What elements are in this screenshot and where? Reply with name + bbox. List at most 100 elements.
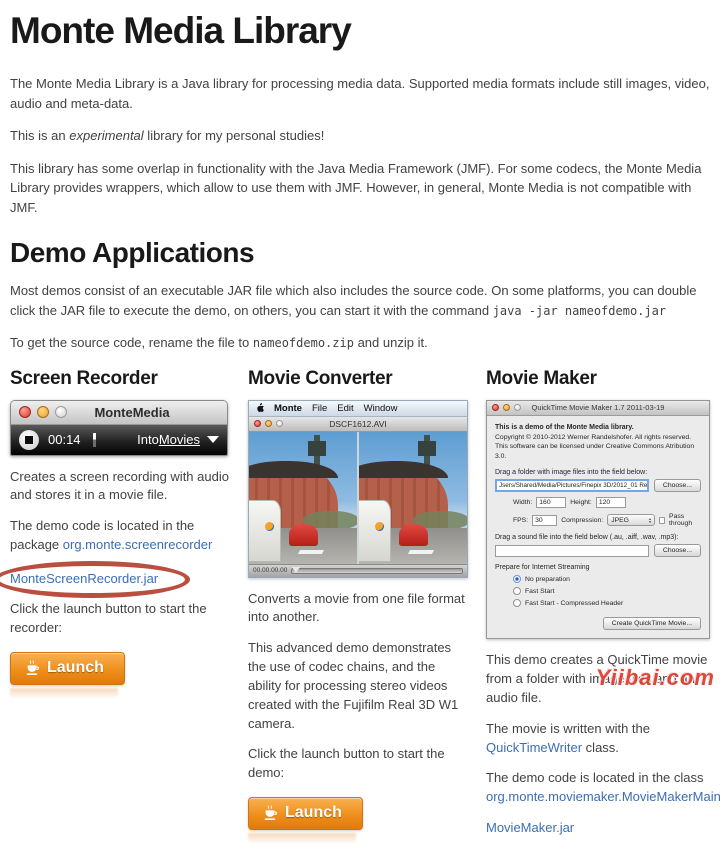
height-field: 120 [596, 497, 626, 508]
recorder-window-title: MonteMedia [73, 405, 191, 420]
screenrecorder-package-link[interactable]: org.monte.screenrecorder [63, 537, 213, 552]
demo-p1-command: java -jar nameofdemo.jar [493, 304, 666, 318]
maker-class-text: The demo code is located in the class [486, 770, 704, 785]
maker-window-body: This is a demo of the Monte Media librar… [487, 416, 709, 639]
movies-label: Movies [159, 432, 200, 447]
moviemaker-jar-link[interactable]: MovieMaker.jar [486, 820, 574, 835]
close-traffic-light-icon [19, 406, 31, 418]
create-movie-row: Create QuickTime Movie... [495, 617, 701, 630]
stop-icon [25, 436, 33, 444]
radio-selected-icon [513, 575, 521, 583]
converter-launch-wrap: Launch [248, 797, 470, 844]
drag-sound-label: Drag a sound file into the field below (… [495, 534, 701, 541]
maker-writer-paragraph: The movie is written with the QuickTimeW… [486, 720, 708, 758]
playhead-icon [292, 567, 300, 573]
maker-window-title: QuickTime Movie Maker 1.7 2011-03-19 [487, 403, 709, 412]
intro2-post: library for my personal studies! [144, 128, 325, 143]
converter-window-title: DSCF1612.AVI [249, 419, 467, 429]
radio-icon [513, 599, 521, 607]
choose-folder-button: Choose... [654, 479, 701, 492]
maker-class-paragraph: The demo code is located in the class or… [486, 769, 708, 807]
radio-fast-start-label: Fast Start [525, 588, 554, 595]
pass-through-checkbox [659, 517, 665, 524]
java-cup-icon [25, 660, 39, 676]
menu-item: Monte [274, 403, 302, 414]
streaming-label: Prepare for Internet Streaming [495, 564, 701, 571]
timecode: 00.00.00.00 [253, 567, 287, 574]
folder-path-field: Jsers/Shared/Media/Pictures/Finepix 3D/2… [495, 479, 649, 492]
demo-paragraph-1: Most demos consist of an executable JAR … [10, 281, 715, 320]
van-logo [375, 522, 384, 531]
maker-window-titlebar: QuickTime Movie Maker 1.7 2011-03-19 [487, 401, 709, 416]
launch-button-reflection [10, 688, 118, 699]
compression-value: JPEG [611, 517, 629, 524]
recorder-launch-instruction: Click the launch button to start the rec… [10, 600, 232, 638]
maker-demo-line: This is a demo of the Monte Media librar… [495, 423, 701, 433]
demo-paragraph-2: To get the source code, rename the file … [10, 333, 715, 353]
quicktimewriter-link[interactable]: QuickTimeWriter [486, 740, 582, 755]
compression-label: Compression: [561, 517, 603, 524]
right-video-frame [359, 432, 467, 564]
choose-sound-button: Choose... [654, 544, 701, 557]
dimensions-row: Width: 160 Height: 120 [513, 497, 701, 508]
demo-columns: Screen Recorder MonteMedia 00:14 Into Mo… [10, 366, 715, 850]
audio-level-meter [93, 433, 96, 447]
stop-record-button [19, 430, 39, 450]
recorder-package-paragraph: The demo code is located in the package … [10, 517, 232, 555]
demo-p2-text: To get the source code, rename the file … [10, 335, 253, 350]
intro2-pre: This is an [10, 128, 69, 143]
fps-label: FPS: [513, 517, 528, 524]
movie-converter-column: Movie Converter Monte File Edit Window D… [248, 366, 470, 850]
intro-paragraph-2: This is an experimental library for my p… [10, 126, 715, 146]
video-timeline: 00.00.00.00 [249, 564, 467, 577]
pass-through-label: Pass through [669, 513, 701, 527]
movie-maker-column: Movie Maker QuickTime Movie Maker 1.7 20… [486, 366, 708, 850]
zoom-traffic-light-icon [55, 406, 67, 418]
montescreenrecorder-jar-link[interactable]: MonteScreenRecorder.jar [10, 571, 158, 586]
screen-recorder-column: Screen Recorder MonteMedia 00:14 Into Mo… [10, 366, 232, 850]
movie-maker-screenshot: QuickTime Movie Maker 1.7 2011-03-19 Thi… [486, 400, 710, 640]
mac-menubar: Monte File Edit Window [249, 401, 467, 417]
page-title: Monte Media Library [10, 10, 715, 52]
converter-launch-label: Launch [285, 804, 342, 822]
menu-item: Edit [337, 403, 353, 414]
chevron-down-icon [207, 436, 219, 443]
maker-writer-text: The movie is written with the [486, 721, 650, 736]
screen-recorder-heading: Screen Recorder [10, 368, 232, 390]
white-van-graphic [249, 500, 281, 562]
lane-marking [408, 550, 434, 554]
movie-converter-heading: Movie Converter [248, 368, 470, 390]
minimize-traffic-light-icon [37, 406, 49, 418]
dropdown-arrows-icon: ▴▾ [649, 517, 651, 523]
fps-compression-row: FPS: 30 Compression: JPEG▴▾ Pass through [513, 513, 701, 527]
into-movies-dropdown: Into Movies [137, 432, 219, 447]
demo-p2-post: and unzip it. [354, 335, 428, 350]
maker-writer-post: class. [582, 740, 619, 755]
converter-description-1: Converts a movie from one file format in… [248, 590, 470, 628]
recorder-launch-label: Launch [47, 659, 104, 677]
intro2-emphasis: experimental [69, 128, 143, 143]
demo-p2-filename: nameofdemo.zip [253, 336, 354, 350]
moviemakermain-link[interactable]: org.monte.moviemaker.MovieMakerMain [486, 789, 721, 804]
recorder-launch-button[interactable]: Launch [10, 652, 125, 685]
maker-copyright-line: Copyright © 2010-2012 Werner Randelshofe… [495, 433, 701, 443]
into-label: Into [137, 432, 159, 447]
java-cup-icon [263, 805, 277, 821]
radio-icon [513, 587, 521, 595]
converter-launch-button[interactable]: Launch [248, 797, 363, 830]
width-label: Width: [513, 499, 532, 506]
radio-no-preparation: No preparation [513, 575, 701, 583]
converter-window-titlebar: DSCF1612.AVI [249, 417, 467, 432]
sound-field-row: Choose... [495, 544, 701, 557]
timeline-track [291, 568, 463, 574]
menu-item: Window [364, 403, 398, 414]
stereo-video-frames [249, 432, 467, 564]
montemedia-recorder-screenshot: MonteMedia 00:14 Into Movies [10, 400, 228, 456]
recorder-jar-row: MonteScreenRecorder.jar [10, 571, 232, 586]
movie-maker-heading: Movie Maker [486, 368, 708, 390]
demo-applications-title: Demo Applications [10, 237, 715, 269]
height-label: Height: [570, 499, 592, 506]
red-car-graphic [289, 524, 318, 546]
maker-jar-paragraph: MovieMaker.jar [486, 819, 708, 838]
recorder-controls-bar: 00:14 Into Movies [11, 425, 227, 455]
